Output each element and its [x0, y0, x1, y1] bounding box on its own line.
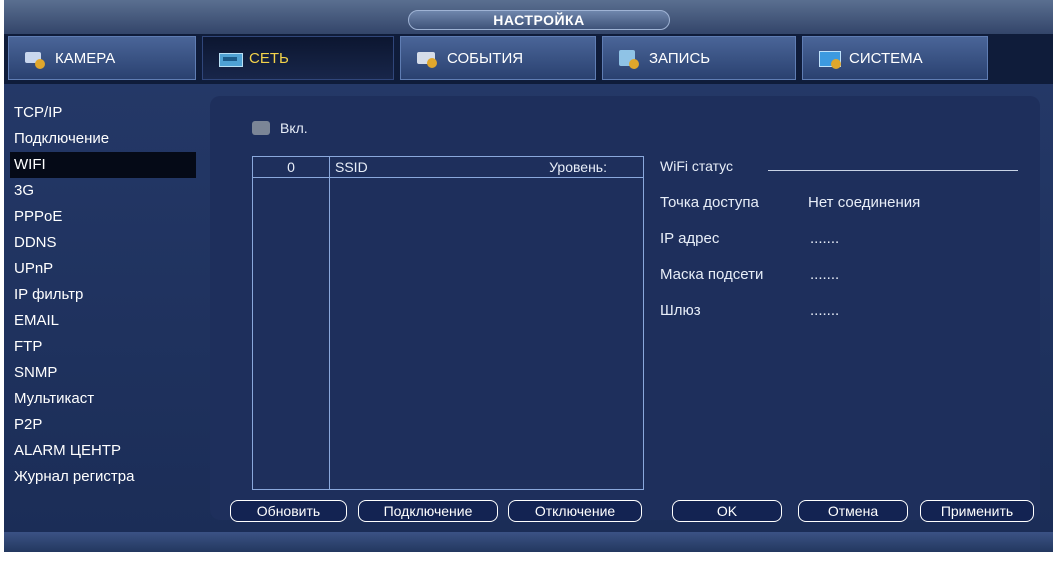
network-icon [217, 48, 243, 68]
sidebar-item-p2p[interactable]: P2P [10, 412, 196, 438]
refresh-button[interactable]: Обновить [230, 500, 347, 522]
sidebar-item-ip-filter[interactable]: IP фильтр [10, 282, 196, 308]
sidebar-item-upnp[interactable]: UPnP [10, 256, 196, 282]
disconnect-button[interactable]: Отключение [508, 500, 642, 522]
sidebar-item-tcpip[interactable]: TCP/IP [10, 100, 196, 126]
tab-camera[interactable]: КАМЕРА [8, 36, 196, 80]
sidebar-item-alarm-center[interactable]: ALARM ЦЕНТР [10, 438, 196, 464]
title-bar: НАСТРОЙКА [4, 0, 1053, 34]
sidebar-item-connection[interactable]: Подключение [10, 126, 196, 152]
gateway-label: Шлюз [660, 302, 701, 319]
sidebar-item-wifi[interactable]: WIFI [10, 152, 196, 178]
main-area: TCP/IP Подключение WIFI 3G PPPoE DDNS UP… [4, 84, 1053, 532]
sidebar-item-ftp[interactable]: FTP [10, 334, 196, 360]
sidebar-item-3g[interactable]: 3G [10, 178, 196, 204]
apply-button[interactable]: Применить [920, 500, 1034, 522]
ap-value: Нет соединения [808, 194, 921, 211]
sidebar-item-log[interactable]: Журнал регистра [10, 464, 196, 490]
ip-value: ....... [810, 230, 840, 247]
settings-window: НАСТРОЙКА КАМЕРА СЕТЬ СОБЫТИЯ ЗАПИСЬ СИС… [0, 0, 1057, 562]
record-icon [617, 48, 643, 69]
list-header: 0 SSID Уровень: [253, 157, 643, 178]
camera-icon [23, 48, 49, 69]
window-title: НАСТРОЙКА [408, 10, 670, 30]
main-tabs: КАМЕРА СЕТЬ СОБЫТИЯ ЗАПИСЬ СИСТЕМА [4, 34, 1053, 84]
enable-checkbox[interactable] [252, 121, 270, 135]
list-col-number: 0 [287, 159, 295, 175]
mask-label: Маска подсети [660, 266, 764, 283]
enable-row: Вкл. [252, 120, 308, 136]
mask-value: ....... [810, 266, 840, 283]
list-divider [329, 157, 330, 489]
tab-network-label: СЕТЬ [249, 49, 289, 67]
sidebar: TCP/IP Подключение WIFI 3G PPPoE DDNS UP… [10, 100, 196, 490]
enable-label: Вкл. [280, 120, 308, 136]
sidebar-item-pppoe[interactable]: PPPoE [10, 204, 196, 230]
cancel-button[interactable]: Отмена [798, 500, 908, 522]
footer-bar [4, 532, 1053, 552]
tab-system[interactable]: СИСТЕМА [802, 36, 988, 80]
list-col-ssid: SSID [335, 159, 368, 175]
ap-label: Точка доступа [660, 194, 759, 211]
ok-button[interactable]: OK [672, 500, 782, 522]
sidebar-item-snmp[interactable]: SNMP [10, 360, 196, 386]
tab-record-label: ЗАПИСЬ [649, 49, 711, 67]
tab-camera-label: КАМЕРА [55, 49, 116, 67]
events-icon [415, 48, 441, 68]
wifi-panel: Вкл. 0 SSID Уровень: WiFi статус Точка д… [210, 96, 1040, 522]
wifi-status-title: WiFi статус [660, 158, 734, 174]
sidebar-item-email[interactable]: EMAIL [10, 308, 196, 334]
tab-network[interactable]: СЕТЬ [202, 36, 394, 80]
status-title-underline [768, 170, 1018, 171]
connect-button[interactable]: Подключение [358, 500, 498, 522]
tab-events[interactable]: СОБЫТИЯ [400, 36, 596, 80]
wifi-network-list[interactable]: 0 SSID Уровень: [252, 156, 644, 490]
sidebar-item-ddns[interactable]: DDNS [10, 230, 196, 256]
tab-record[interactable]: ЗАПИСЬ [602, 36, 796, 80]
sidebar-item-multicast[interactable]: Мультикаст [10, 386, 196, 412]
system-icon [817, 48, 843, 69]
gateway-value: ....... [810, 302, 840, 319]
tab-events-label: СОБЫТИЯ [447, 49, 524, 67]
list-col-level: Уровень: [549, 159, 607, 175]
tab-system-label: СИСТЕМА [849, 49, 923, 67]
ip-label: IP адрес [660, 230, 720, 247]
